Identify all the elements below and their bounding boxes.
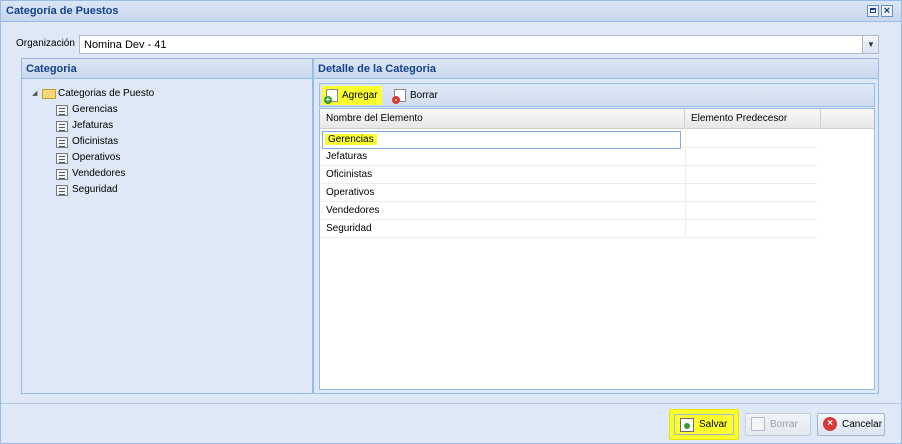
categoria-tree-body: ◢ Categorias de Puesto Gerencias Jefatur… xyxy=(22,80,312,393)
column-divider xyxy=(685,202,686,220)
detalle-toolbar: + Agregar - Borrar xyxy=(319,83,875,107)
cancel-icon: × xyxy=(823,417,837,431)
column-divider xyxy=(685,220,686,238)
combo-trigger-button[interactable]: ▼ xyxy=(862,36,878,53)
tree-leaf-label: Gerencias xyxy=(72,104,118,115)
salvar-button[interactable]: Salvar xyxy=(669,409,739,440)
window-title: Categoría de Puestos xyxy=(6,5,119,17)
salvar-button-inner: Salvar xyxy=(674,414,734,435)
table-row[interactable]: Jefaturas xyxy=(320,148,817,166)
detalle-panel-header: Detalle de la Categoria xyxy=(314,59,878,79)
borrar-toolbar-label: Borrar xyxy=(410,90,438,101)
table-row[interactable]: Seguridad xyxy=(320,220,817,238)
tree-collapse-icon[interactable]: ◢ xyxy=(32,86,37,102)
cell-editor-value: Gerencias xyxy=(325,134,377,145)
nombre-cell: Operativos xyxy=(326,187,375,198)
nombre-cell: Vendedores xyxy=(326,205,380,216)
organization-label: Organización xyxy=(16,38,75,49)
cancelar-button[interactable]: × Cancelar xyxy=(817,413,885,436)
leaf-node-icon xyxy=(56,121,68,132)
column-header-nombre[interactable]: Nombre del Elemento xyxy=(320,109,685,129)
detalle-panel: Detalle de la Categoria + Agregar - Borr… xyxy=(313,58,879,394)
window-titlebar[interactable]: Categoría de Puestos × xyxy=(1,1,901,22)
delete-icon xyxy=(751,417,765,431)
leaf-node-icon xyxy=(56,153,68,164)
column-header-predecesor[interactable]: Elemento Predecesor xyxy=(685,109,821,129)
categoria-puestos-window: Categoría de Puestos × Organización Nomi… xyxy=(0,0,902,444)
window-footer: Salvar Borrar × Cancelar xyxy=(1,403,901,443)
elementos-grid: Nombre del Elemento Elemento Predecesor … xyxy=(319,108,875,390)
table-row[interactable]: Gerencias xyxy=(320,130,817,149)
maximize-icon[interactable] xyxy=(867,5,879,17)
borrar-label: Borrar xyxy=(770,419,798,430)
delete-icon: - xyxy=(392,89,406,104)
salvar-label: Salvar xyxy=(699,419,728,430)
column-divider xyxy=(685,148,686,166)
agregar-button[interactable]: + Agregar xyxy=(322,86,382,105)
save-icon xyxy=(680,418,694,432)
tree-root-label: Categorias de Puesto xyxy=(58,88,155,99)
leaf-node-icon xyxy=(56,137,68,148)
categoria-panel-title: Categoria xyxy=(26,63,77,75)
tree-leaf-label: Vendedores xyxy=(72,168,126,179)
agregar-label: Agregar xyxy=(342,90,378,101)
borrar-button[interactable]: Borrar xyxy=(745,413,811,436)
detalle-panel-title: Detalle de la Categoria xyxy=(318,63,436,75)
categoria-panel: Categoria ◢ Categorias de Puesto Gerenci… xyxy=(21,58,313,394)
grid-header: Nombre del Elemento Elemento Predecesor xyxy=(320,109,874,129)
tree-leaf-label: Seguridad xyxy=(72,184,118,195)
tree-leaf-label: Operativos xyxy=(72,152,121,163)
chevron-down-icon: ▼ xyxy=(867,40,875,49)
leaf-node-icon xyxy=(56,185,68,196)
table-row[interactable]: Operativos xyxy=(320,184,817,202)
column-divider xyxy=(685,166,686,184)
tree-leaf-label: Jefaturas xyxy=(72,120,114,131)
organization-combo[interactable]: Nomina Dev - 41 ▼ xyxy=(79,35,879,54)
tree-leaf-label: Oficinistas xyxy=(72,136,119,147)
borrar-toolbar-button[interactable]: - Borrar xyxy=(390,86,442,105)
column-divider xyxy=(685,184,686,202)
leaf-node-icon xyxy=(56,105,68,116)
categoria-panel-header: Categoria xyxy=(22,59,312,79)
add-icon: + xyxy=(324,89,338,104)
nombre-cell-editor[interactable]: Gerencias xyxy=(322,131,681,149)
nombre-cell: Seguridad xyxy=(326,223,372,234)
cancelar-label: Cancelar xyxy=(842,419,883,430)
leaf-node-icon xyxy=(56,169,68,180)
folder-icon xyxy=(42,89,56,99)
column-divider xyxy=(685,130,686,148)
close-icon[interactable]: × xyxy=(881,5,893,17)
table-row[interactable]: Vendedores xyxy=(320,202,817,220)
table-row[interactable]: Oficinistas xyxy=(320,166,817,184)
nombre-cell: Oficinistas xyxy=(326,169,373,180)
organization-value: Nomina Dev - 41 xyxy=(84,39,167,51)
nombre-cell: Jefaturas xyxy=(326,151,368,162)
